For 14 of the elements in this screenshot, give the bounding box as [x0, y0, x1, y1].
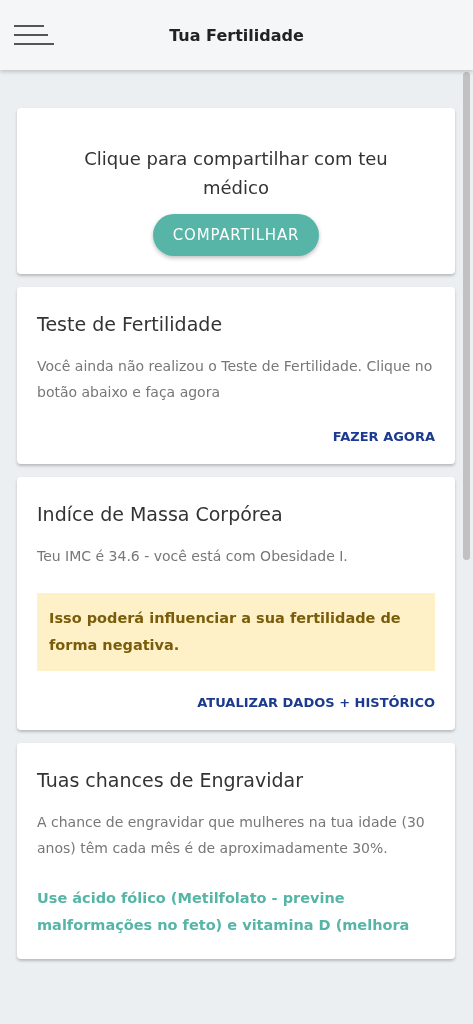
tip-text: Use ácido fólico (Metilfolato - previne malformações no feto) e vitamina D (melhora: [37, 889, 411, 935]
card-title: Tuas chances de Engravidar: [37, 769, 304, 791]
share-prompt: Clique para compartilhar com teu médico: [83, 147, 389, 200]
card-text: Você ainda não realizou o Teste de Fertilidade. Clique no botão abaixo e faça agora: [37, 357, 434, 402]
card-text: A chance de engravidar que mulheres na tua idade (30 anos) têm cada mês é de aproximadamente 30%.: [37, 813, 426, 858]
menu-icon[interactable]: [14, 24, 54, 46]
warning-banner: Isso poderá influenciar a sua fertilidade de forma negativa.: [37, 593, 435, 671]
page-title: Tua Fertilidade: [169, 25, 304, 45]
card-text: Teu IMC é 34.6 - você está com Obesidade I.: [37, 547, 349, 566]
action-link[interactable]: FAZER AGORA: [332, 429, 435, 444]
card-title: Teste de Fertilidade: [37, 313, 224, 335]
action-link[interactable]: ATUALIZAR DADOS + HISTÓRICO: [197, 695, 435, 710]
scrollbar[interactable]: [463, 72, 470, 560]
card-title: Indíce de Massa Corpórea: [37, 503, 284, 525]
